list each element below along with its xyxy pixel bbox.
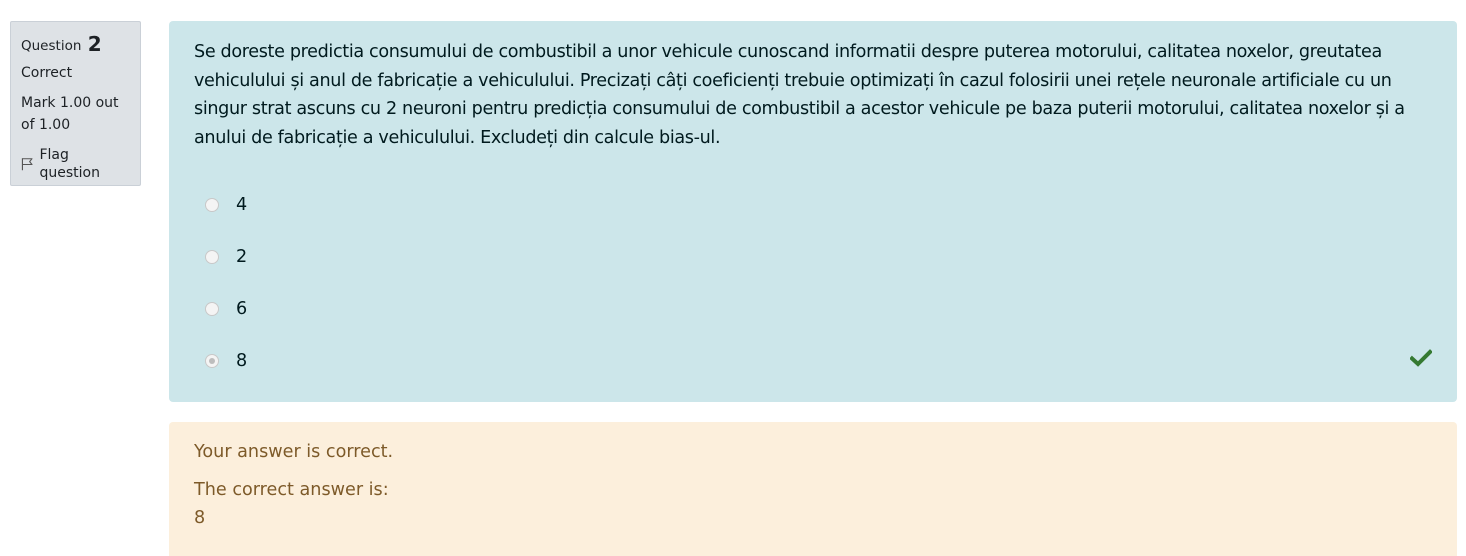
question-state: Correct bbox=[21, 65, 73, 81]
question-grade: Mark 1.00 out of 1.00 bbox=[21, 95, 119, 133]
answer-option[interactable]: 2 bbox=[194, 231, 1432, 283]
right-answer-label: The correct answer is: bbox=[194, 480, 389, 500]
question-formulation: Se doreste predictia consumului de combu… bbox=[169, 21, 1457, 402]
answer-options: 4 2 6 8 bbox=[194, 178, 1432, 387]
answer-option-label: 8 bbox=[236, 351, 248, 372]
question-info-panel: Question 2 Correct Mark 1.00 out of 1.00… bbox=[10, 21, 141, 186]
answer-option-selected[interactable]: 8 bbox=[194, 335, 1432, 387]
question-outcome: Your answer is correct. The correct answ… bbox=[169, 422, 1457, 556]
answer-option[interactable]: 6 bbox=[194, 283, 1432, 335]
answer-option-label: 4 bbox=[236, 194, 248, 215]
right-answer-value: 8 bbox=[194, 508, 206, 528]
question-number: 2 bbox=[87, 32, 102, 56]
flag-icon bbox=[21, 158, 33, 171]
answer-radio-checked[interactable] bbox=[205, 354, 219, 369]
answer-radio[interactable] bbox=[205, 249, 219, 264]
answer-option[interactable]: 4 bbox=[194, 178, 1432, 230]
flag-question-link[interactable]: Flag question bbox=[21, 146, 130, 182]
answer-radio[interactable] bbox=[205, 197, 219, 212]
answer-radio[interactable] bbox=[205, 302, 219, 317]
flag-question-label: Flag question bbox=[39, 147, 100, 181]
checkmark-icon bbox=[1410, 349, 1432, 368]
answer-option-label: 6 bbox=[236, 299, 248, 320]
answer-option-label: 2 bbox=[236, 246, 248, 267]
question-number-line: Question 2 bbox=[21, 32, 130, 58]
feedback-text: Your answer is correct. bbox=[194, 442, 394, 462]
question-text: Se doreste predictia consumului de combu… bbox=[194, 42, 1405, 148]
question-label: Question bbox=[21, 38, 82, 54]
